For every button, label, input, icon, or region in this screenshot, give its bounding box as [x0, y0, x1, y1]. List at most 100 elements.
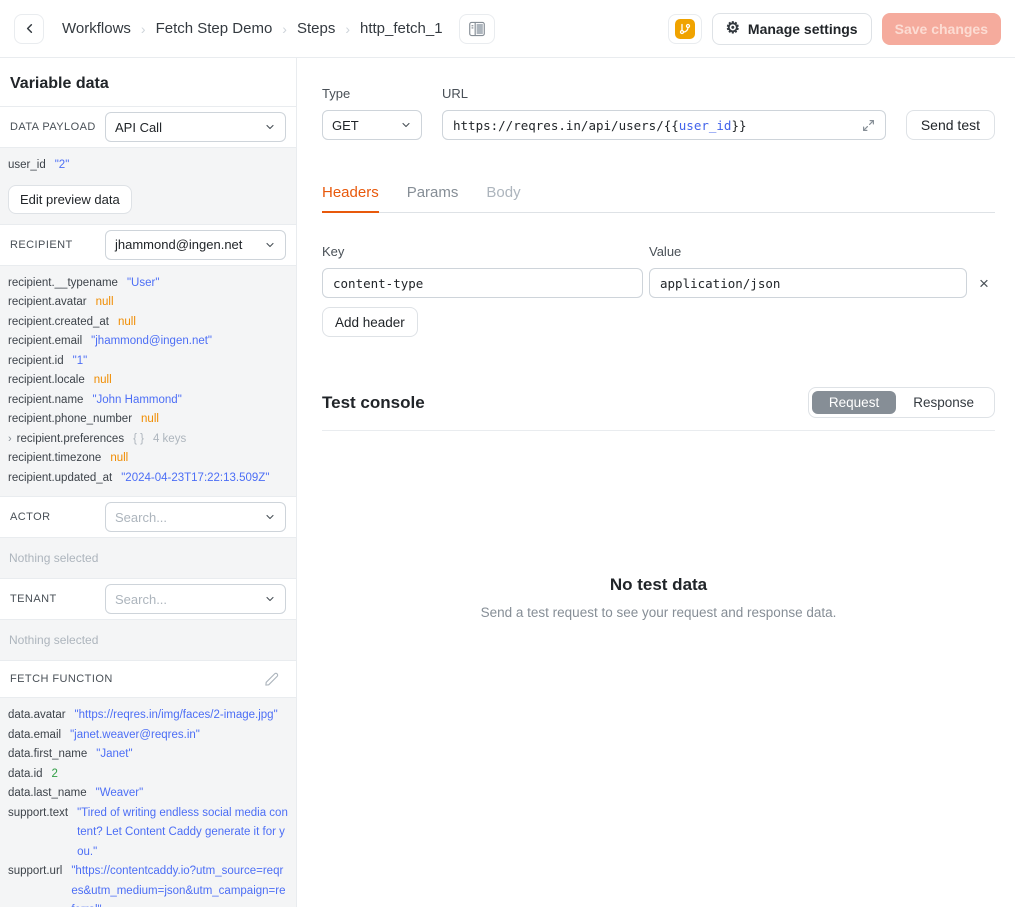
- variable-value: null: [141, 410, 159, 430]
- close-icon: ×: [979, 274, 989, 293]
- chevron-left-icon: [22, 21, 37, 36]
- variable-key: recipient.email: [8, 332, 82, 352]
- fetch-function-label: FETCH FUNCTION: [10, 673, 113, 685]
- breadcrumb-separator: ›: [141, 21, 146, 37]
- sidebar-panel-icon: [468, 21, 486, 37]
- variable-key: user_id: [8, 156, 46, 176]
- breadcrumb-workflow-name[interactable]: Fetch Step Demo: [156, 20, 273, 37]
- variable-row: data.first_name "Janet": [8, 745, 288, 765]
- chevron-down-icon: [264, 511, 276, 523]
- variable-key: recipient.locale: [8, 371, 85, 391]
- recipient-select[interactable]: jhammond@ingen.net: [105, 230, 286, 260]
- data-payload-label: DATA PAYLOAD: [10, 121, 96, 133]
- data-payload-preview-rows: user_id"2": [8, 156, 288, 176]
- variable-value: { }: [133, 430, 144, 450]
- commit-status-button[interactable]: [668, 14, 702, 44]
- variable-row: support.text "Tired of writing endless so…: [8, 804, 288, 863]
- fetch-function-row: FETCH FUNCTION: [0, 661, 296, 697]
- sidebar-title: Variable data: [0, 58, 296, 107]
- tenant-search-select[interactable]: Search...: [105, 584, 286, 614]
- header-value-input[interactable]: application/json: [649, 268, 967, 298]
- variable-key: recipient.phone_number: [8, 410, 132, 430]
- test-console-empty-state: No test data Send a test request to see …: [322, 575, 995, 620]
- gear-icon: ⚙: [726, 21, 740, 37]
- variable-value: 2: [52, 765, 58, 785]
- breadcrumb-steps[interactable]: Steps: [297, 20, 335, 37]
- edit-preview-data-button[interactable]: Edit preview data: [8, 185, 132, 214]
- toggle-response-button[interactable]: Response: [896, 391, 991, 414]
- tenant-label: TENANT: [10, 593, 57, 605]
- save-changes-button[interactable]: Save changes: [882, 13, 1001, 45]
- breadcrumb-step-name[interactable]: http_fetch_1: [360, 20, 443, 37]
- variable-key: recipient.timezone: [8, 449, 101, 469]
- variable-value: "Tired of writing endless social media c…: [77, 804, 288, 863]
- topbar-actions: ⚙ Manage settings Save changes: [668, 13, 1001, 45]
- variable-row: recipient.name "John Hammond": [8, 391, 288, 411]
- variable-row: data.id2: [8, 765, 288, 785]
- variable-key: support.url: [8, 862, 62, 882]
- tenant-empty-state: Nothing selected: [0, 619, 296, 661]
- breadcrumb-workflows[interactable]: Workflows: [62, 20, 131, 37]
- variable-count: 4 keys: [153, 430, 186, 450]
- git-branch-icon: [675, 19, 695, 39]
- variable-value: "User": [127, 274, 159, 294]
- toggle-request-button[interactable]: Request: [812, 391, 896, 414]
- remove-header-button[interactable]: ×: [973, 275, 995, 292]
- variable-key: data.first_name: [8, 745, 87, 765]
- http-method-value: GET: [332, 118, 359, 133]
- chevron-down-icon: [400, 119, 412, 131]
- console-divider: [322, 430, 995, 431]
- variable-key: recipient.name: [8, 391, 83, 411]
- header-key-input[interactable]: content-type: [322, 268, 643, 298]
- variable-row: data.avatar "https://reqres.in/img/faces/…: [8, 706, 288, 726]
- variable-value: "2024-04-23T17:22:13.509Z": [121, 469, 269, 489]
- chevron-down-icon: [264, 239, 276, 251]
- manage-settings-button[interactable]: ⚙ Manage settings: [712, 13, 872, 45]
- back-button[interactable]: [14, 14, 44, 44]
- http-method-select[interactable]: GET: [322, 110, 422, 140]
- variable-value: "https://reqres.in/img/faces/2-image.jpg…: [75, 706, 278, 726]
- data-payload-select[interactable]: API Call: [105, 112, 286, 142]
- variable-key: support.text: [8, 804, 68, 824]
- tab-body[interactable]: Body: [486, 184, 520, 212]
- empty-state-subtitle: Send a test request to see your request …: [322, 605, 995, 620]
- variable-value: null: [94, 371, 112, 391]
- url-input[interactable]: https://reqres.in/api/users/{{user_id}}: [442, 110, 886, 140]
- tab-params[interactable]: Params: [407, 184, 459, 212]
- variable-key: recipient.avatar: [8, 293, 87, 313]
- variable-value: "https://contentcaddy.io?utm_source=reqr…: [71, 862, 288, 907]
- variable-key: data.avatar: [8, 706, 66, 726]
- test-console-title: Test console: [322, 393, 425, 413]
- actor-search-select[interactable]: Search...: [105, 502, 286, 532]
- chevron-right-icon[interactable]: ›: [8, 430, 12, 450]
- variable-value: "Janet": [96, 745, 132, 765]
- variable-value: null: [96, 293, 114, 313]
- empty-state-title: No test data: [322, 575, 995, 595]
- variable-row: data.email"janet.weaver@reqres.in": [8, 726, 288, 746]
- variable-key: recipient.__typename: [8, 274, 118, 294]
- fetch-function-variable-list: data.avatar "https://reqres.in/img/faces/…: [0, 697, 296, 907]
- tenant-row: TENANT Search...: [0, 579, 296, 619]
- actor-label: ACTOR: [10, 511, 51, 523]
- expand-icon[interactable]: [862, 119, 875, 132]
- pencil-icon: [264, 672, 279, 687]
- variable-value: "John Hammond": [92, 391, 181, 411]
- variable-row: ›recipient.preferences { } 4 keys: [8, 430, 288, 450]
- variable-value: "jhammond@ingen.net": [91, 332, 212, 352]
- edit-fetch-function-button[interactable]: [256, 666, 286, 692]
- send-test-button[interactable]: Send test: [906, 110, 995, 140]
- header-kv-labels: Key Value: [322, 244, 995, 259]
- recipient-row: RECIPIENT jhammond@ingen.net: [0, 225, 296, 265]
- variable-key: recipient.preferences: [17, 430, 124, 450]
- toggle-sidebar-button[interactable]: [459, 14, 495, 44]
- variable-value: "1": [73, 352, 88, 372]
- recipient-selected-value: jhammond@ingen.net: [115, 237, 242, 252]
- variable-row: recipient.email "jhammond@ingen.net": [8, 332, 288, 352]
- tab-headers[interactable]: Headers: [322, 184, 379, 213]
- top-bar: Workflows › Fetch Step Demo › Steps › ht…: [0, 0, 1015, 58]
- actor-search-placeholder: Search...: [115, 510, 167, 525]
- recipient-label: RECIPIENT: [10, 239, 73, 251]
- add-header-button[interactable]: Add header: [322, 307, 418, 337]
- url-variable-token: user_id: [679, 118, 732, 133]
- variable-value: null: [118, 313, 136, 333]
